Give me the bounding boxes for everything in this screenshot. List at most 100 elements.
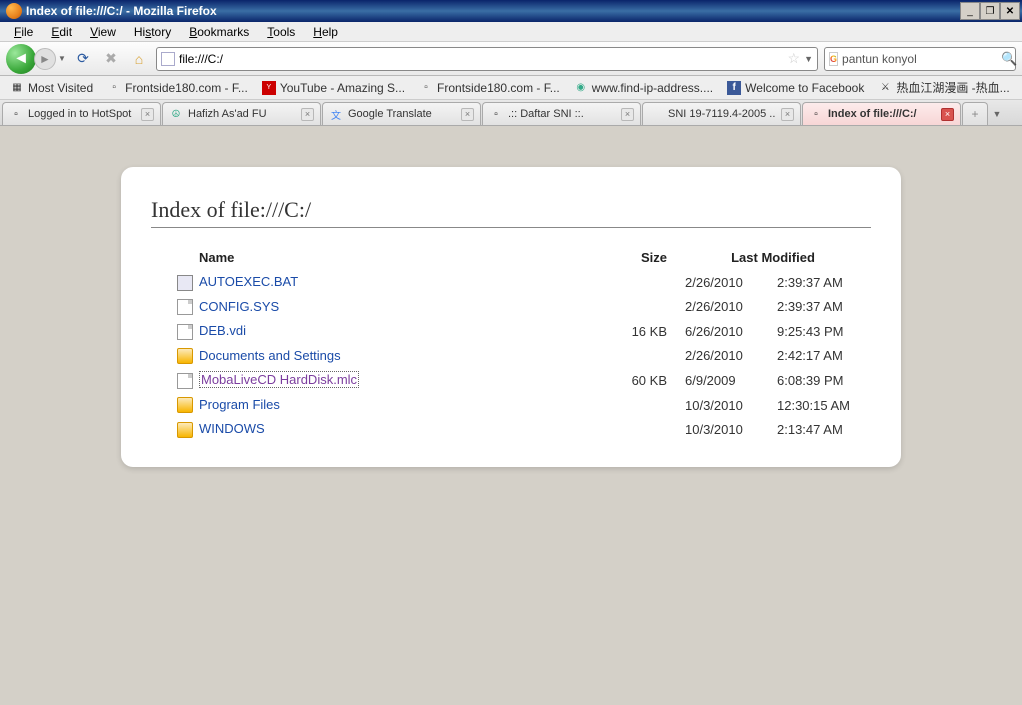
navigation-toolbar: ◄ ► ▼ ⟳ ✖ ⌂ ☆ ▼ 🔍 bbox=[0, 42, 1022, 76]
file-date: 2/26/2010 bbox=[677, 296, 767, 319]
new-tab-button[interactable]: + bbox=[962, 102, 988, 125]
tab-sni-2005[interactable]: SNI 19-7119.4-2005 ... × bbox=[642, 102, 801, 125]
menu-tools[interactable]: Tools bbox=[259, 23, 303, 41]
tab-index[interactable]: ▫Index of file:///C:/× bbox=[802, 102, 961, 125]
forward-button[interactable]: ► bbox=[34, 48, 56, 70]
window-titlebar: Index of file:///C:/ - Mozilla Firefox _… bbox=[0, 0, 1022, 22]
firefox-icon bbox=[6, 3, 22, 19]
file-date: 10/3/2010 bbox=[677, 394, 767, 417]
folder-icon bbox=[177, 422, 193, 438]
file-link[interactable]: MobaLiveCD HardDisk.mlc bbox=[199, 371, 359, 388]
file-time: 2:39:37 AM bbox=[769, 296, 869, 319]
menu-file[interactable]: File bbox=[6, 23, 41, 41]
file-size bbox=[605, 296, 675, 319]
tab-label: Google Translate bbox=[348, 108, 456, 120]
google-translate-icon: 文 bbox=[329, 107, 343, 121]
file-link[interactable]: AUTOEXEC.BAT bbox=[199, 274, 298, 289]
col-modified: Last Modified bbox=[677, 246, 869, 269]
peace-icon: ☮ bbox=[169, 107, 183, 121]
restore-button[interactable]: ❐ bbox=[980, 2, 1000, 20]
tab-sni[interactable]: ▫.:: Daftar SNI ::.× bbox=[482, 102, 641, 125]
url-input[interactable] bbox=[179, 52, 784, 66]
file-size bbox=[605, 394, 675, 417]
folder-icon bbox=[177, 397, 193, 413]
file-link[interactable]: CONFIG.SYS bbox=[199, 299, 279, 314]
search-input[interactable] bbox=[842, 52, 997, 66]
file-time: 12:30:15 AM bbox=[769, 394, 869, 417]
bookmark-label: 热血江湖漫画 -热血... bbox=[896, 79, 1009, 96]
url-bar[interactable]: ☆ ▼ bbox=[156, 47, 818, 71]
close-button[interactable]: ✕ bbox=[1000, 2, 1020, 20]
tab-hotspot[interactable]: ▫Logged in to HotSpot× bbox=[2, 102, 161, 125]
minimize-button[interactable]: _ bbox=[960, 2, 980, 20]
tab-close-icon[interactable]: × bbox=[141, 108, 154, 121]
menu-edit[interactable]: Edit bbox=[43, 23, 80, 41]
menu-bookmarks[interactable]: Bookmarks bbox=[181, 23, 257, 41]
table-row: DEB.vdi 16 KB6/26/20109:25:43 PM bbox=[153, 320, 869, 343]
page-icon: ▫ bbox=[107, 81, 121, 95]
bookmark-star-icon[interactable]: ☆ bbox=[788, 50, 801, 67]
bookmark-item[interactable]: ▫Frontside180.com - F... bbox=[413, 79, 566, 97]
bookmarks-toolbar: ▦Most Visited ▫ Frontside180.com - F... Y… bbox=[0, 76, 1022, 100]
tab-list-dropdown[interactable]: ▼ bbox=[988, 102, 1006, 125]
file-date: 6/26/2010 bbox=[677, 320, 767, 343]
bat-icon bbox=[177, 275, 193, 291]
tab-translate[interactable]: 文 Google Translate × bbox=[322, 102, 481, 125]
bookmark-item[interactable]: ▫ Frontside180.com - F... bbox=[101, 79, 254, 97]
directory-listing-panel: Index of file:///C:/ Name Size Last Modi… bbox=[121, 167, 901, 467]
file-time: 2:39:37 AM bbox=[769, 271, 869, 294]
tab-close-icon[interactable]: × bbox=[941, 108, 954, 121]
file-size: 16 KB bbox=[605, 320, 675, 343]
bookmark-item[interactable]: ⚔ 热血江湖漫画 -热血... bbox=[872, 77, 1015, 98]
tab-strip: ▫Logged in to HotSpot× ☮Hafizh As'ad FU×… bbox=[0, 100, 1022, 126]
home-button[interactable]: ⌂ bbox=[128, 48, 150, 70]
tab-label: .:: Daftar SNI ::. bbox=[508, 108, 616, 120]
search-bar[interactable]: 🔍 bbox=[824, 47, 1016, 71]
file-time: 9:25:43 PM bbox=[769, 320, 869, 343]
tab-close-icon[interactable]: × bbox=[621, 108, 634, 121]
search-go-icon[interactable]: 🔍 bbox=[1001, 51, 1017, 67]
tab-close-icon[interactable]: × bbox=[301, 108, 314, 121]
youtube-icon: Y bbox=[262, 81, 276, 95]
bookmark-item[interactable]: fWelcome to Facebook bbox=[721, 79, 870, 97]
menu-history[interactable]: History bbox=[126, 23, 179, 41]
google-icon bbox=[649, 107, 663, 121]
google-icon[interactable] bbox=[829, 52, 838, 66]
stop-button[interactable]: ✖ bbox=[100, 48, 122, 70]
tab-label: SNI 19-7119.4-2005 ... bbox=[668, 108, 776, 120]
bookmark-item[interactable]: Y YouTube - Amazing S... bbox=[256, 79, 411, 97]
tab-label: Logged in to HotSpot bbox=[28, 108, 136, 120]
page-icon: ▫ bbox=[419, 81, 433, 95]
bookmark-most-visited[interactable]: ▦Most Visited bbox=[4, 79, 99, 97]
tab-close-icon[interactable]: × bbox=[781, 108, 794, 121]
site-icon: ⚔ bbox=[878, 81, 892, 95]
file-link[interactable]: Program Files bbox=[199, 397, 280, 412]
back-button[interactable]: ◄ bbox=[6, 44, 36, 74]
url-dropdown-icon[interactable]: ▼ bbox=[804, 54, 813, 64]
file-link[interactable]: Documents and Settings bbox=[199, 348, 341, 363]
most-visited-icon: ▦ bbox=[10, 81, 24, 95]
file-icon bbox=[177, 299, 193, 315]
tab-label: Hafizh As'ad FU bbox=[188, 108, 296, 120]
file-size bbox=[605, 345, 675, 368]
col-size: Size bbox=[605, 246, 675, 269]
table-row: Documents and Settings2/26/20102:42:17 A… bbox=[153, 345, 869, 368]
menu-view[interactable]: View bbox=[82, 23, 124, 41]
reload-button[interactable]: ⟳ bbox=[72, 48, 94, 70]
file-link[interactable]: WINDOWS bbox=[199, 421, 265, 436]
menu-help[interactable]: Help bbox=[305, 23, 346, 41]
window-title: Index of file:///C:/ - Mozilla Firefox bbox=[26, 4, 960, 18]
tab-hafizh[interactable]: ☮ Hafizh As'ad FU × bbox=[162, 102, 321, 125]
page-icon bbox=[161, 52, 175, 66]
bookmark-item[interactable]: ◉www.find-ip-address.... bbox=[568, 79, 719, 97]
page-heading: Index of file:///C:/ bbox=[151, 197, 871, 228]
bookmark-label: YouTube - Amazing S... bbox=[280, 81, 405, 95]
file-size: 60 KB bbox=[605, 369, 675, 392]
bookmarks-overflow[interactable]: » bbox=[1018, 79, 1022, 97]
tab-close-icon[interactable]: × bbox=[461, 108, 474, 121]
bookmark-label: Frontside180.com - F... bbox=[125, 81, 248, 95]
table-row: AUTOEXEC.BAT2/26/20102:39:37 AM bbox=[153, 271, 869, 294]
file-time: 2:42:17 AM bbox=[769, 345, 869, 368]
nav-history-dropdown[interactable]: ▼ bbox=[56, 54, 66, 63]
file-link[interactable]: DEB.vdi bbox=[199, 323, 246, 338]
